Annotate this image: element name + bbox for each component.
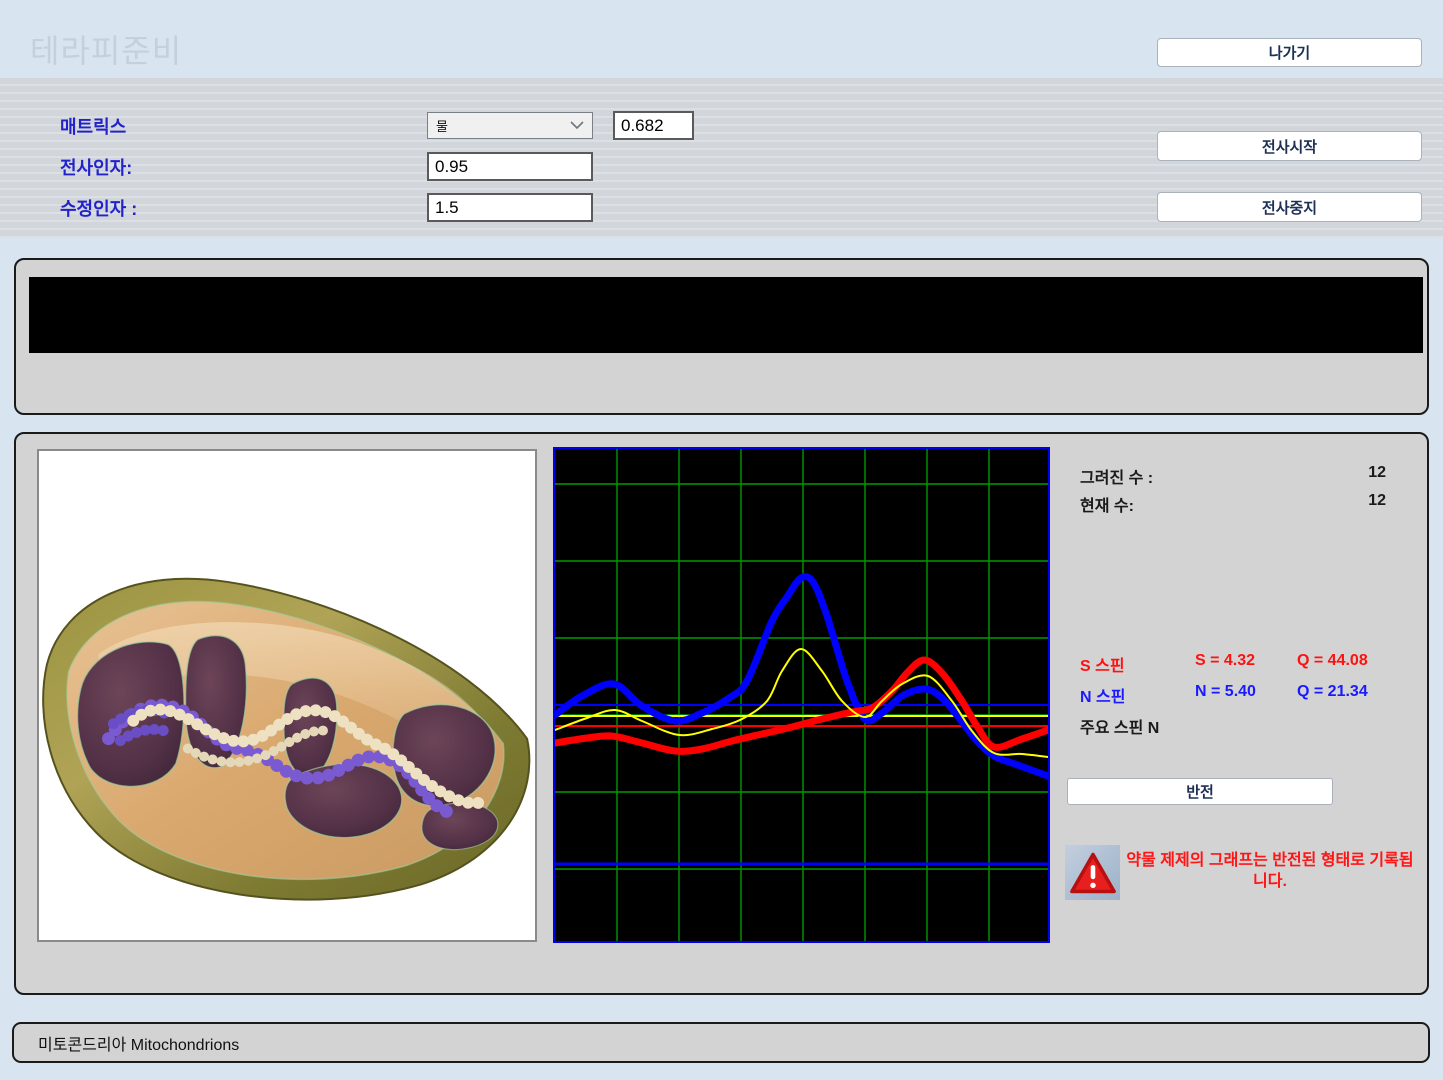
start-transcription-button[interactable]: 전사시작 <box>1157 131 1422 161</box>
drawn-count-label: 그려진 수 : <box>1080 464 1153 488</box>
s-spin-label: S 스핀 <box>1080 652 1125 676</box>
stop-transcription-button[interactable]: 전사중지 <box>1157 192 1422 222</box>
main-panel: 그려진 수 : 12 현재 수: 12 S 스핀 S = 4.32 Q = 44… <box>14 432 1429 995</box>
therapy-preparation-window: { "window": { "title": "테라피준비", "exit_bu… <box>0 0 1443 1080</box>
matrix-select[interactable]: 물 <box>427 112 593 139</box>
invert-button[interactable]: 반전 <box>1067 778 1333 805</box>
organ-image-panel <box>37 449 537 942</box>
progress-panel <box>14 258 1429 415</box>
main-spin-label: 주요 스핀 N <box>1080 714 1159 738</box>
matrix-label: 매트릭스 <box>60 113 126 139</box>
transcription-factor-label: 전사인자: <box>60 154 132 180</box>
n-spin-label: N 스핀 <box>1080 683 1125 707</box>
correction-factor-input[interactable] <box>427 193 593 222</box>
spectrum-chart-svg <box>555 449 1048 941</box>
current-count-label: 현재 수: <box>1080 492 1134 516</box>
chevron-down-icon <box>570 118 584 133</box>
progress-display <box>29 277 1423 353</box>
drawn-count-value: 12 <box>1302 464 1386 482</box>
n-spin-q-value: Q = 21.34 <box>1297 683 1368 701</box>
current-count-value: 12 <box>1302 492 1386 510</box>
transcription-factor-input[interactable] <box>427 152 593 181</box>
exit-button[interactable]: 나가기 <box>1157 38 1422 67</box>
s-spin-value: S = 4.32 <box>1195 652 1255 670</box>
organ-name-label: 미토콘드리아 Mitochondrions <box>38 1031 239 1055</box>
matrix-value-input[interactable] <box>613 111 694 140</box>
spectrum-chart <box>553 447 1050 943</box>
page-title: 테라피준비 <box>30 26 182 72</box>
warning-icon <box>1065 845 1120 900</box>
matrix-select-value: 물 <box>436 116 448 135</box>
mitochondria-illustration <box>39 451 535 940</box>
warning-text: 약물 제제의 그래프는 반전된 형태로 기록됩니다. <box>1124 850 1416 892</box>
correction-factor-label: 수정인자 : <box>60 195 137 221</box>
s-spin-q-value: Q = 44.08 <box>1297 652 1368 670</box>
warning-triangle-icon <box>1069 851 1117 895</box>
footer-bar: 미토콘드리아 Mitochondrions <box>12 1022 1430 1063</box>
n-spin-value: N = 5.40 <box>1195 683 1256 701</box>
